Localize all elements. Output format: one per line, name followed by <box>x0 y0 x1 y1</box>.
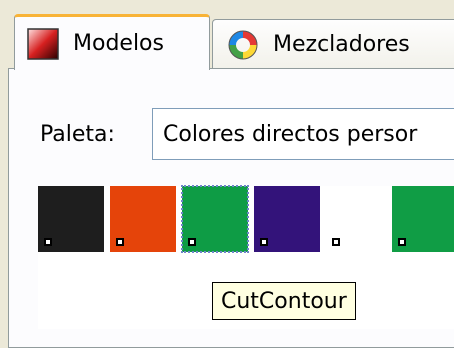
color-swatch[interactable] <box>38 186 104 252</box>
swatch-marker-icon <box>116 238 124 246</box>
tooltip-text: CutContour <box>221 288 347 314</box>
color-swatch[interactable] <box>181 185 249 253</box>
color-swatch[interactable] <box>326 186 392 252</box>
color-swatch[interactable] <box>110 186 176 252</box>
tab-modelos[interactable]: Modelos <box>14 14 210 70</box>
swatch-marker-icon <box>188 238 196 246</box>
swatch-marker-icon <box>44 238 52 246</box>
swatch-marker-icon <box>332 238 340 246</box>
color-swatch[interactable] <box>254 186 320 252</box>
color-wheel-icon <box>228 30 258 59</box>
color-swatch[interactable] <box>392 186 454 252</box>
swatch-marker-icon <box>398 238 406 246</box>
swatch-tooltip: CutContour <box>212 282 356 320</box>
palette-dropdown[interactable]: Colores directos persor <box>152 108 454 160</box>
color-model-icon <box>27 27 59 60</box>
palette-selected-value: Colores directos persor <box>163 121 418 147</box>
color-docker: Modelos Mezcladores Paleta: Colores dire… <box>0 0 454 348</box>
tab-modelos-label: Modelos <box>73 31 164 56</box>
tab-mezcladores[interactable]: Mezcladores <box>212 19 454 69</box>
swatch-marker-icon <box>260 238 268 246</box>
palette-label: Paleta: <box>40 122 115 147</box>
tab-mezcladores-label: Mezcladores <box>273 32 410 57</box>
